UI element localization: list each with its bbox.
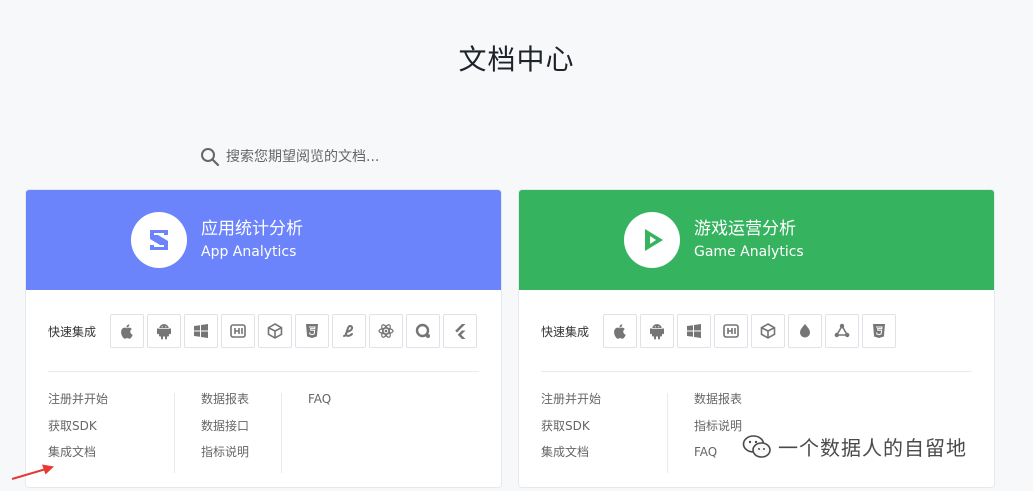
quick-integration-label: 快速集成 [48, 324, 97, 339]
app-analytics-logo-icon [150, 230, 168, 250]
wechat-icon [742, 434, 771, 458]
link-faq[interactable]: FAQ [694, 446, 748, 459]
game-analytics-links: 注册并开始 获取SDK 集成文档 数据报表 指标说明 FAQ [541, 393, 774, 473]
sdk-flutter-button[interactable] [443, 314, 477, 348]
red-arrow-annotation [11, 464, 54, 480]
flutter-icon [455, 324, 466, 339]
link-data-reports[interactable]: 数据报表 [201, 393, 255, 406]
sdk-quickapp-button[interactable] [406, 314, 440, 348]
quick-integration-label: 快速集成 [541, 324, 590, 339]
card-title-en: Game Analytics [694, 244, 804, 260]
wechat-watermark: 一个数据人的自留地 [742, 432, 967, 461]
link-integration-docs[interactable]: 集成文档 [541, 446, 641, 459]
link-metrics[interactable]: 指标说明 [694, 419, 748, 433]
sdk-egret-button[interactable] [825, 314, 859, 348]
link-data-reports[interactable]: 数据报表 [694, 393, 748, 406]
card-divider [48, 371, 479, 372]
game-analytics-logo-icon [645, 229, 663, 251]
sdk-html5-button[interactable] [295, 314, 329, 348]
windows-icon [687, 324, 701, 338]
search-icon [201, 148, 220, 167]
sdk-unity-button[interactable] [258, 314, 292, 348]
game-analytics-header[interactable]: 游戏运营分析 Game Analytics [519, 190, 994, 290]
android-icon [157, 324, 171, 340]
link-register-start[interactable]: 注册并开始 [541, 393, 641, 406]
weex-icon [343, 324, 354, 337]
sdk-windows-button[interactable] [677, 314, 711, 348]
sdk-weex-button[interactable] [332, 314, 366, 348]
page-title: 文档中心 [458, 43, 575, 76]
apple-icon [121, 324, 133, 339]
sdk-ios-button[interactable] [603, 314, 637, 348]
link-get-sdk[interactable]: 获取SDK [48, 419, 148, 433]
card-title-cn: 游戏运营分析 [694, 219, 796, 239]
react-native-icon [378, 324, 394, 338]
app-analytics-links: 注册并开始 获取SDK 集成文档 数据报表 数据接口 指标说明 FAQ [48, 393, 357, 473]
html5-icon [306, 324, 318, 338]
link-register-start[interactable]: 注册并开始 [48, 393, 148, 406]
unity-icon [267, 323, 283, 339]
app-analytics-logo [131, 212, 187, 268]
sdk-react-native-button[interactable] [369, 314, 403, 348]
sdk-hbuilder-button[interactable] [714, 314, 748, 348]
apple-icon [614, 324, 626, 339]
egret-icon [834, 323, 850, 338]
search-input[interactable] [226, 149, 546, 165]
cocos-icon [800, 324, 810, 338]
sdk-ios-button[interactable] [110, 314, 144, 348]
html5-icon [873, 324, 885, 338]
link-faq[interactable]: FAQ [308, 393, 331, 406]
sdk-windows-button[interactable] [184, 314, 218, 348]
app-analytics-header[interactable]: 应用统计分析 App Analytics [26, 190, 501, 290]
watermark-text: 一个数据人的自留地 [778, 436, 967, 460]
quickapp-icon [415, 323, 430, 338]
hbuilder-icon [723, 324, 739, 338]
link-metrics[interactable]: 指标说明 [201, 446, 255, 459]
card-title-en: App Analytics [201, 244, 297, 260]
search-bar[interactable] [200, 144, 560, 170]
link-get-sdk[interactable]: 获取SDK [541, 419, 641, 433]
sdk-unity-button[interactable] [751, 314, 785, 348]
android-icon [650, 324, 664, 340]
game-analytics-logo [624, 212, 680, 268]
unity-icon [760, 323, 776, 339]
windows-icon [194, 324, 208, 338]
sdk-hbuilder-button[interactable] [221, 314, 255, 348]
app-analytics-card: 应用统计分析 App Analytics 快速集成 注册并开始 获取SDK 集成… [26, 190, 501, 487]
sdk-android-button[interactable] [147, 314, 181, 348]
sdk-html5-button[interactable] [862, 314, 896, 348]
card-divider [541, 371, 972, 372]
link-data-api[interactable]: 数据接口 [201, 419, 255, 433]
sdk-cocos-button[interactable] [788, 314, 822, 348]
card-title-cn: 应用统计分析 [201, 219, 303, 239]
sdk-android-button[interactable] [640, 314, 674, 348]
link-integration-docs[interactable]: 集成文档 [48, 446, 148, 459]
hbuilder-icon [230, 324, 246, 338]
